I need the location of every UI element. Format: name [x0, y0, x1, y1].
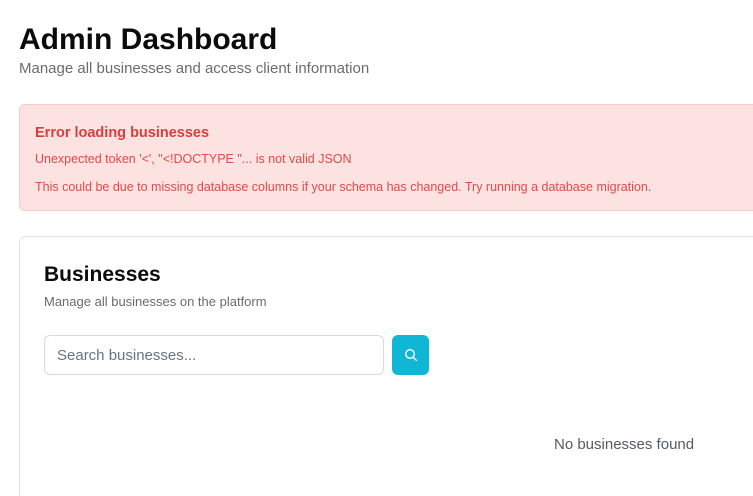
error-title: Error loading businesses	[35, 125, 210, 141]
page-title: Admin Dashboard	[19, 23, 278, 56]
empty-state-message: No businesses found	[554, 436, 695, 453]
error-hint: This could be due to missing database co…	[35, 180, 652, 194]
businesses-subtitle: Manage all businesses on the platform	[44, 294, 267, 309]
error-message: Unexpected token '<', "<!DOCTYPE "... is…	[35, 152, 352, 166]
admin-dashboard-page: Admin Dashboard Manage all businesses an…	[0, 0, 753, 496]
search-input[interactable]	[44, 335, 384, 375]
businesses-title: Businesses	[44, 263, 161, 286]
page-subtitle: Manage all businesses and access client …	[19, 60, 370, 77]
search-icon	[404, 348, 418, 362]
businesses-card: Businesses Manage all businesses on the …	[19, 236, 753, 496]
error-alert: Error loading businesses Unexpected toke…	[19, 104, 753, 211]
search-button[interactable]	[392, 335, 429, 375]
